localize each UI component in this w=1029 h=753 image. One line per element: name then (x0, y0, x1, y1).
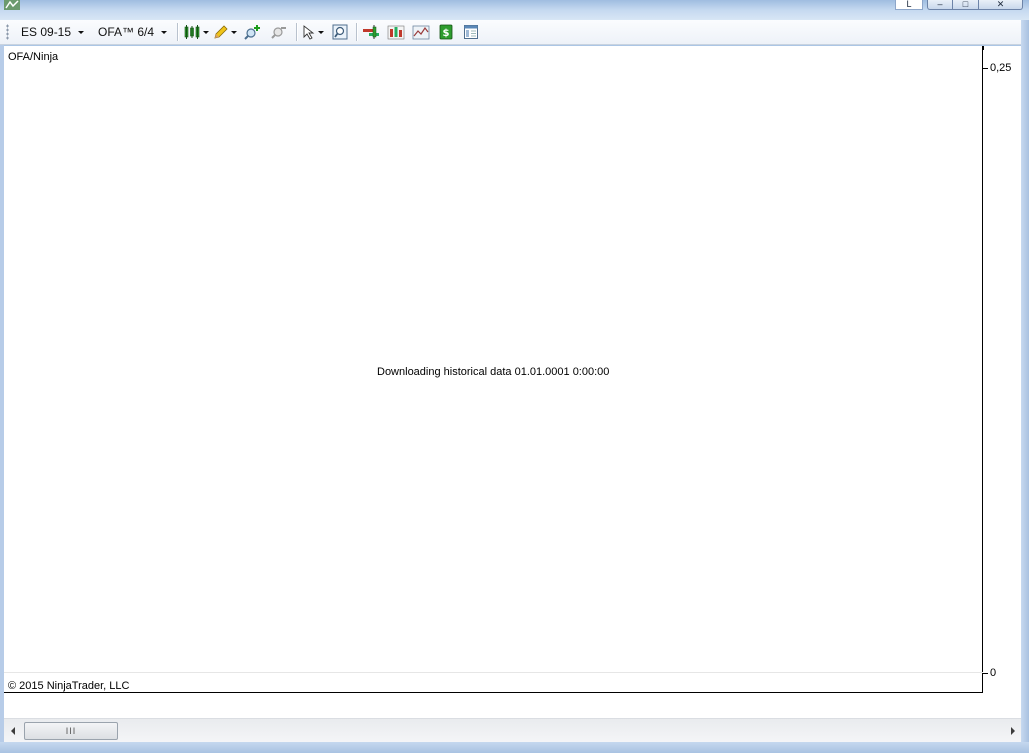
indicators-button[interactable] (385, 22, 407, 42)
ninjatrader-icon (4, 0, 20, 10)
strategies-icon (412, 25, 430, 40)
instrument-label: ES 09-15 (21, 25, 72, 39)
template-label: OFA™ 6/4 (98, 25, 155, 39)
scroll-right-arrow-icon[interactable] (1011, 727, 1015, 735)
toolbar-separator (296, 23, 298, 41)
template-selector[interactable]: OFA™ 6/4 (94, 22, 171, 42)
scrollbar-grip: III (65, 726, 77, 736)
loading-status-message: Downloading historical data 01.01.0001 0… (377, 366, 610, 378)
zoom-out-button[interactable] (268, 22, 290, 42)
copyright-notice: © 2015 NinjaTrader, LLC (8, 680, 130, 692)
chevron-down-icon (318, 30, 325, 34)
y-axis-tick (983, 673, 988, 674)
zoom-in-button[interactable] (242, 22, 264, 42)
window-bottom-border (0, 742, 1029, 753)
data-box-button[interactable] (330, 22, 350, 42)
order-entry-button[interactable] (360, 22, 382, 42)
bar-type-icon (184, 25, 200, 39)
dollar-icon: $ (439, 24, 453, 40)
instrument-selector[interactable]: ES 09-15 (17, 22, 88, 42)
bar-type-button[interactable] (181, 22, 211, 42)
properties-button[interactable] (461, 22, 481, 42)
drawing-tool-icon (214, 25, 228, 39)
chart-instrument-label: OFA/Ninja (8, 51, 59, 63)
chart-panel[interactable]: OFA/Ninja Downloading historical data 01… (4, 46, 1021, 718)
account-button[interactable]: $ (436, 22, 456, 42)
y-axis-tick (983, 68, 988, 69)
scroll-left-arrow-icon[interactable] (11, 727, 15, 735)
zoom-out-icon (271, 27, 287, 39)
toolbar-separator (177, 23, 179, 41)
properties-icon (464, 25, 479, 39)
chevron-down-icon (231, 30, 238, 34)
scrollbar-thumb[interactable]: III (24, 722, 118, 740)
svg-text:$: $ (443, 28, 450, 39)
zero-gridline (4, 672, 983, 673)
minimize-button[interactable]: – (927, 0, 953, 10)
caption-buttons: L – □ ✕ (895, 0, 1023, 10)
y-axis-top-tick (983, 46, 984, 50)
order-entry-icon (363, 25, 380, 39)
cursor-button[interactable] (300, 22, 326, 42)
cursor-icon (303, 25, 315, 40)
chevron-down-icon (161, 30, 168, 34)
zoom-in-icon (244, 25, 261, 40)
y-axis-label-top: 0,25 (990, 62, 1012, 74)
toolbar-grip[interactable] (6, 24, 9, 40)
toolbar-separator (356, 23, 358, 41)
window-right-border (1021, 20, 1029, 742)
indicators-icon (387, 25, 405, 40)
maximize-button[interactable]: □ (953, 0, 979, 10)
y-axis-label-zero: 0 (990, 667, 997, 679)
horizontal-scrollbar[interactable]: III (4, 718, 1021, 742)
drawing-tool-button[interactable] (211, 22, 239, 42)
chart-toolbar: ES 09-15 OFA™ 6/4 $ (0, 20, 1021, 45)
window-title-bar[interactable]: L – □ ✕ (0, 0, 1029, 20)
chevron-down-icon (203, 30, 210, 34)
data-box-icon (332, 24, 348, 40)
close-button[interactable]: ✕ (979, 0, 1023, 10)
chevron-down-icon (78, 30, 85, 34)
caption-extra-button[interactable]: L (895, 0, 923, 10)
strategies-button[interactable] (410, 22, 432, 42)
